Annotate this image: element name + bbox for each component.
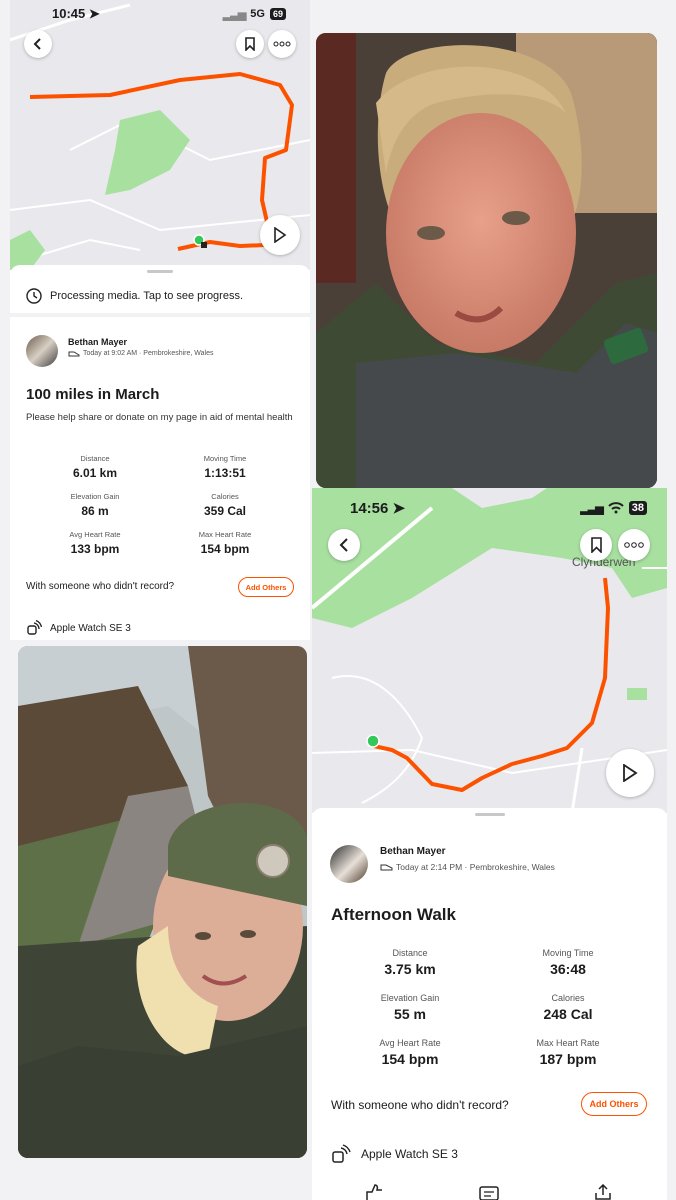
action-bar — [312, 1184, 667, 1200]
battery-indicator: 38 — [628, 501, 647, 515]
stat-label: Distance — [80, 454, 110, 463]
processing-banner[interactable]: Processing media. Tap to see progress. — [10, 279, 310, 317]
bookmark-icon — [245, 37, 255, 51]
stat-value: 3.75 km — [384, 961, 436, 977]
stat-value: 55 m — [394, 1006, 426, 1022]
stat-value: 86 m — [81, 504, 109, 518]
stat-value: 36:48 — [550, 961, 586, 977]
selfie-photo-outdoor[interactable] — [18, 646, 307, 1158]
comment-icon[interactable] — [479, 1186, 499, 1200]
avatar[interactable] — [330, 845, 368, 883]
outdoor-illustration — [18, 646, 307, 1158]
stat-label: Max Heart Rate — [198, 530, 252, 539]
route-map[interactable]: 10:45 ➤ ▂▃▅ 5G 69 — [10, 0, 310, 270]
back-icon — [339, 538, 348, 552]
play-button[interactable] — [606, 749, 654, 797]
activity-meta-text: Today at 2:14 PM · Pembrokeshire, Wales — [396, 862, 555, 872]
activity-description: Please help share or donate on my page i… — [26, 412, 293, 423]
location-arrow-icon: ➤ — [392, 500, 406, 517]
avatar[interactable] — [26, 335, 58, 367]
left-activity-screen: 10:45 ➤ ▂▃▅ 5G 69 Processing media. Tap … — [10, 0, 310, 640]
stat-value: 6.01 km — [72, 466, 118, 480]
bookmark-button[interactable] — [580, 529, 612, 561]
processing-text: Processing media. Tap to see progress. — [50, 290, 244, 302]
add-others-button[interactable]: Add Others — [238, 577, 294, 597]
more-icon — [624, 542, 644, 548]
stat-value: 359 Cal — [203, 504, 247, 518]
stat-label: Elevation Gain — [380, 993, 440, 1003]
stat-label: Distance — [392, 948, 428, 958]
device-name: Apple Watch SE 3 — [361, 1147, 458, 1161]
activity-sheet: Bethan Mayer Today at 2:14 PM · Pembroke… — [312, 808, 667, 1200]
device-name: Apple Watch SE 3 — [50, 622, 131, 634]
athlete-name[interactable]: Bethan Mayer — [380, 846, 446, 857]
play-icon — [623, 764, 638, 782]
watch-icon — [27, 620, 42, 635]
with-others-text: With someone who didn't record? — [26, 581, 175, 592]
watch-icon — [332, 1144, 351, 1163]
with-others-text: With someone who didn't record? — [331, 1098, 509, 1112]
network-label: 5G — [250, 8, 265, 20]
status-time: 10:45 ➤ — [52, 6, 100, 21]
more-button[interactable] — [268, 30, 296, 58]
add-others-button[interactable]: Add Others — [581, 1092, 647, 1116]
clock-icon — [26, 288, 42, 304]
back-button[interactable] — [24, 30, 52, 58]
activity-title: Afternoon Walk — [331, 905, 456, 924]
signal-icon: ▂▃▅ — [580, 502, 603, 515]
stat-value: 154 bpm — [381, 1051, 439, 1067]
location-arrow-icon: ➤ — [88, 6, 100, 21]
stat-label: Calories — [551, 993, 585, 1003]
activity-meta: Today at 2:14 PM · Pembrokeshire, Wales — [380, 862, 555, 872]
activity-title: 100 miles in March — [26, 386, 160, 403]
wifi-icon — [608, 502, 624, 514]
status-bar: 14:56 ➤ ▂▃▅ 38 — [312, 488, 667, 528]
kudos-icon[interactable] — [364, 1184, 384, 1200]
back-button[interactable] — [328, 529, 360, 561]
start-marker — [366, 734, 380, 748]
athlete-name[interactable]: Bethan Mayer — [68, 337, 127, 347]
selfie-illustration — [316, 33, 657, 488]
stat-value: 187 bpm — [539, 1051, 597, 1067]
right-activity-screen: Clynderwen 14:56 ➤ ▂▃▅ 38 Bethan Mayer T… — [312, 488, 667, 1200]
stat-label: Max Heart Rate — [536, 1038, 600, 1048]
selfie-photo-indoor[interactable] — [316, 33, 657, 488]
stat-value: 133 bpm — [70, 542, 120, 556]
stat-label: Avg Heart Rate — [69, 530, 121, 539]
stat-value: 248 Cal — [543, 1006, 593, 1022]
route-map[interactable]: Clynderwen 14:56 ➤ ▂▃▅ 38 — [312, 488, 667, 814]
activity-meta: Today at 9:02 AM · Pembrokeshire, Wales — [68, 350, 213, 357]
bookmark-button[interactable] — [236, 30, 264, 58]
finish-marker — [201, 242, 207, 248]
stat-label: Moving Time — [542, 948, 594, 958]
stat-label: Avg Heart Rate — [379, 1038, 441, 1048]
sheet-handle[interactable] — [147, 270, 173, 273]
activity-sheet: Processing media. Tap to see progress. B… — [10, 265, 310, 640]
stat-value: 1:13:51 — [204, 466, 246, 480]
play-icon — [274, 227, 287, 243]
more-icon — [273, 41, 291, 47]
shoe-icon — [380, 864, 393, 871]
device-row: Apple Watch SE 3 — [331, 1144, 458, 1164]
status-time: 14:56 ➤ — [350, 500, 406, 517]
stat-label: Elevation Gain — [70, 492, 120, 501]
battery-indicator: 69 — [269, 8, 286, 20]
activity-meta-text: Today at 9:02 AM · Pembrokeshire, Wales — [83, 350, 214, 357]
status-bar: 10:45 ➤ ▂▃▅ 5G 69 — [10, 0, 310, 28]
sheet-handle[interactable] — [474, 813, 505, 816]
device-row: Apple Watch SE 3 — [26, 620, 131, 636]
shoe-icon — [68, 351, 80, 357]
share-icon[interactable] — [594, 1184, 612, 1200]
bookmark-icon — [590, 537, 602, 553]
signal-icon: ▂▃▅ — [222, 8, 246, 21]
more-button[interactable] — [618, 529, 650, 561]
back-icon — [33, 38, 41, 50]
stat-label: Moving Time — [203, 454, 247, 463]
stat-value: 154 bpm — [200, 542, 250, 556]
play-button[interactable] — [260, 215, 300, 255]
stat-label: Calories — [211, 492, 239, 501]
